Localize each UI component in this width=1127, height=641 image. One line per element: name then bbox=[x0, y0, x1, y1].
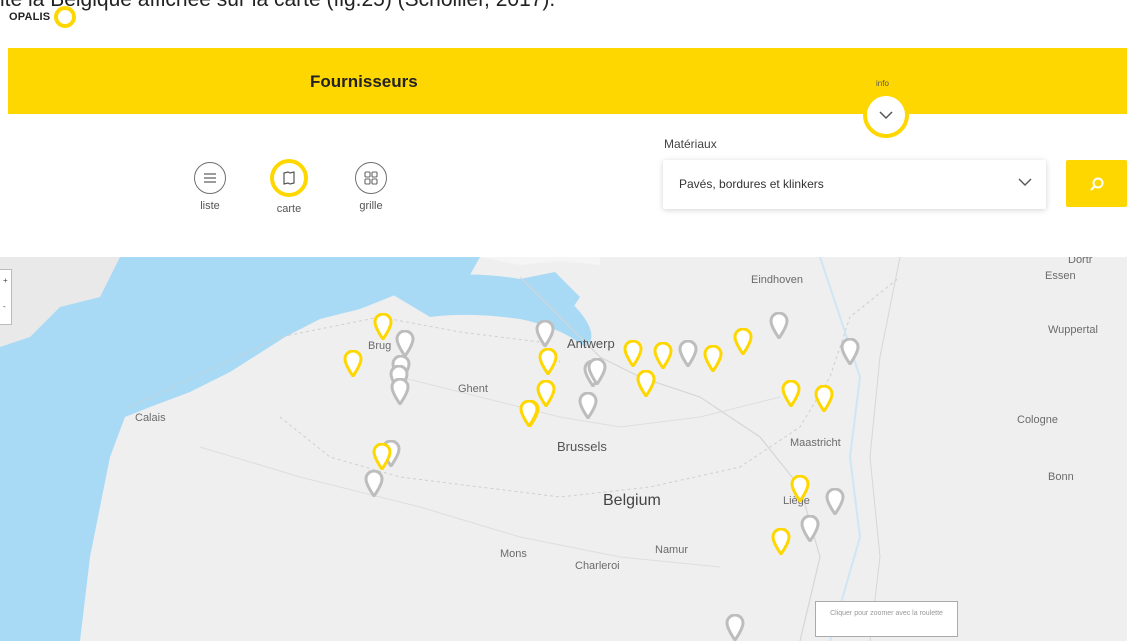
supplier-marker-yellow[interactable] bbox=[343, 350, 363, 377]
brand-logo[interactable]: OPALIS bbox=[9, 6, 77, 28]
supplier-marker-yellow[interactable] bbox=[703, 345, 723, 372]
city-label: Mons bbox=[500, 548, 527, 560]
chevron-down-icon bbox=[879, 111, 893, 120]
info-toggle-button[interactable] bbox=[863, 92, 909, 138]
city-label: Brussels bbox=[557, 439, 607, 454]
materials-selected-value: Pavés, bordures et klinkers bbox=[679, 177, 824, 191]
grid-icon bbox=[355, 162, 387, 194]
city-label: Maastricht bbox=[790, 437, 841, 449]
city-label: Essen bbox=[1045, 270, 1076, 282]
supplier-marker-yellow[interactable] bbox=[636, 370, 656, 397]
city-label: Charleroi bbox=[575, 560, 620, 572]
supplier-marker-grey[interactable] bbox=[578, 392, 598, 419]
view-grid-button[interactable]: grille bbox=[341, 162, 401, 212]
supplier-marker-grey[interactable] bbox=[390, 378, 410, 405]
zoom-control[interactable]: + - bbox=[0, 269, 12, 325]
supplier-marker-grey[interactable] bbox=[840, 338, 860, 365]
supplier-marker-grey[interactable] bbox=[535, 320, 555, 347]
supplier-marker-yellow[interactable] bbox=[372, 443, 392, 470]
city-label: Calais bbox=[135, 412, 166, 424]
view-map-button[interactable]: carte bbox=[259, 159, 319, 215]
zoom-out-button[interactable]: - bbox=[3, 302, 6, 311]
city-label: Namur bbox=[655, 544, 689, 556]
materials-select[interactable]: Pavés, bordures et klinkers bbox=[663, 160, 1046, 209]
brand-ring-icon bbox=[54, 6, 77, 28]
view-list-label: liste bbox=[200, 200, 220, 212]
supplier-marker-yellow[interactable] bbox=[653, 342, 673, 369]
supplier-marker-grey[interactable] bbox=[825, 488, 845, 515]
city-label: Cologne bbox=[1017, 414, 1058, 426]
document-caption: ite la Belgique affichée sur la carte (f… bbox=[0, 0, 555, 12]
supplier-marker-grey[interactable] bbox=[769, 312, 789, 339]
supplier-marker-yellow[interactable] bbox=[790, 475, 810, 502]
supplier-marker-grey[interactable] bbox=[587, 358, 607, 385]
city-label: Bonn bbox=[1048, 471, 1074, 483]
supplier-marker-yellow[interactable] bbox=[519, 400, 539, 427]
materials-label: Matériaux bbox=[664, 137, 717, 151]
info-label: info bbox=[876, 79, 889, 88]
page-title: Fournisseurs bbox=[310, 72, 418, 91]
city-label: Ghent bbox=[458, 383, 488, 395]
city-label: Antwerp bbox=[567, 336, 615, 351]
supplier-map[interactable]: Dortr Essen Eindhoven Wuppertal Brug Ant… bbox=[0, 257, 1127, 641]
chevron-down-icon bbox=[1018, 178, 1032, 186]
supplier-marker-grey[interactable] bbox=[395, 330, 415, 357]
city-label: Dortr bbox=[1068, 257, 1093, 266]
supplier-marker-yellow[interactable] bbox=[781, 380, 801, 407]
search-button[interactable] bbox=[1066, 160, 1127, 207]
supplier-marker-yellow[interactable] bbox=[814, 385, 834, 412]
brand-name: OPALIS bbox=[9, 11, 51, 23]
zoom-in-button[interactable]: + bbox=[3, 276, 8, 285]
map-icon bbox=[270, 159, 308, 197]
city-label: Eindhoven bbox=[751, 274, 803, 286]
supplier-marker-yellow[interactable] bbox=[623, 340, 643, 367]
header-bar bbox=[8, 48, 1127, 114]
view-list-button[interactable]: liste bbox=[180, 162, 240, 212]
list-icon bbox=[194, 162, 226, 194]
zoom-hint-tooltip: Cliquer pour zoomer avec la roulette bbox=[815, 601, 958, 637]
view-grid-label: grille bbox=[359, 200, 383, 212]
city-label: Wuppertal bbox=[1048, 324, 1098, 336]
supplier-marker-grey[interactable] bbox=[678, 340, 698, 367]
supplier-marker-grey[interactable] bbox=[725, 614, 745, 641]
supplier-marker-grey[interactable] bbox=[800, 515, 820, 542]
search-icon bbox=[1089, 177, 1103, 191]
supplier-marker-yellow[interactable] bbox=[733, 328, 753, 355]
city-label: Brug bbox=[368, 340, 392, 352]
country-label: Belgium bbox=[603, 492, 661, 509]
supplier-marker-grey[interactable] bbox=[364, 470, 384, 497]
view-map-label: carte bbox=[276, 203, 302, 215]
supplier-marker-yellow[interactable] bbox=[373, 313, 393, 340]
supplier-marker-yellow[interactable] bbox=[538, 348, 558, 375]
supplier-marker-yellow[interactable] bbox=[771, 528, 791, 555]
